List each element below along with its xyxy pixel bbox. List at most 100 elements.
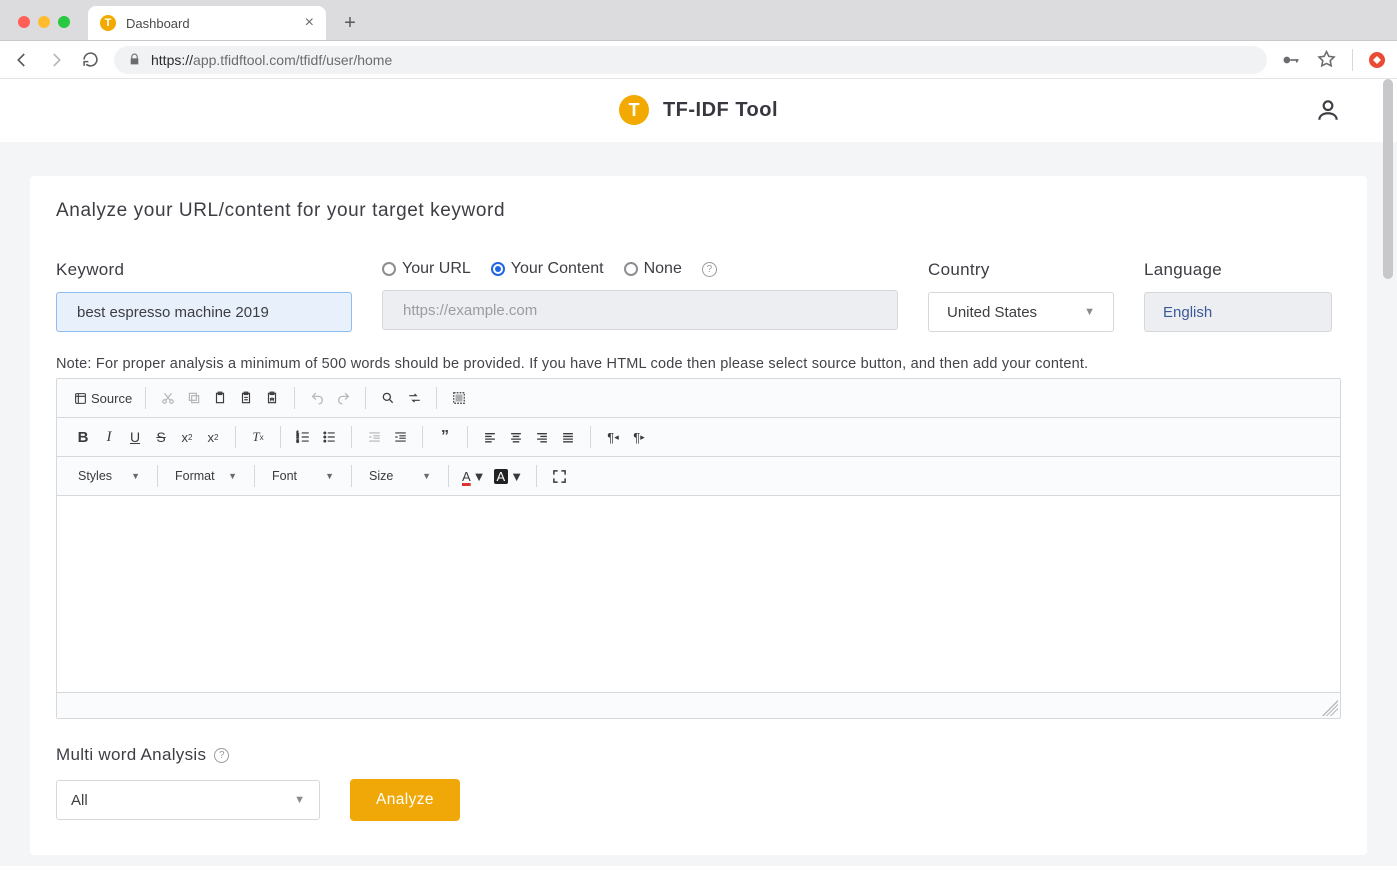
superscript-icon[interactable]: x2 [201, 425, 225, 449]
country-label: Country [928, 260, 1114, 280]
tab-title: Dashboard [126, 16, 190, 31]
user-icon[interactable] [1315, 97, 1341, 123]
size-dropdown[interactable]: Size▼ [362, 464, 438, 488]
select-all-icon[interactable] [447, 386, 471, 410]
text-color-icon[interactable]: A▼ [459, 464, 489, 488]
url-input[interactable] [401, 301, 879, 320]
bullet-list-icon[interactable] [317, 425, 341, 449]
help-icon[interactable]: ? [702, 262, 717, 277]
scrollbar-track[interactable] [1381, 79, 1395, 866]
paste-icon[interactable] [208, 386, 232, 410]
copy-icon[interactable] [182, 386, 206, 410]
page-viewport: T TF-IDF Tool Analyze your URL/content f… [0, 79, 1397, 866]
editor-body[interactable] [57, 496, 1340, 692]
radio-dot-icon [491, 262, 505, 276]
country-value: United States [947, 304, 1037, 321]
format-dropdown[interactable]: Format▼ [168, 464, 244, 488]
font-dropdown[interactable]: Font▼ [265, 464, 341, 488]
align-center-icon[interactable] [504, 425, 528, 449]
indent-icon[interactable] [388, 425, 412, 449]
new-tab-button[interactable]: + [336, 9, 364, 37]
page-heading: Analyze your URL/content for your target… [56, 200, 1341, 222]
resize-grip-icon[interactable] [1322, 700, 1338, 716]
bold-icon[interactable]: B [71, 425, 95, 449]
ltr-icon[interactable]: ¶◂ [601, 425, 625, 449]
replace-icon[interactable] [402, 386, 426, 410]
toolbar-separator [436, 387, 437, 409]
underline-icon[interactable]: U [123, 425, 147, 449]
window-zoom-dot[interactable] [58, 16, 70, 28]
address-bar[interactable]: https://app.tfidftool.com/tfidf/user/hom… [114, 46, 1267, 74]
window-controls [0, 16, 88, 40]
multi-word-section: Multi word Analysis ? All ▼ Analyze [56, 745, 1341, 821]
redo-icon[interactable] [331, 386, 355, 410]
strike-icon[interactable]: S [149, 425, 173, 449]
paste-text-icon[interactable] [234, 386, 258, 410]
language-label: Language [1144, 260, 1332, 280]
browser-tab-strip: T Dashboard × + [0, 0, 1397, 41]
radio-your-content[interactable]: Your Content [491, 260, 604, 278]
radio-your-url[interactable]: Your URL [382, 260, 471, 278]
outdent-icon[interactable] [362, 425, 386, 449]
star-icon[interactable] [1317, 50, 1336, 69]
language-column: Language English [1144, 260, 1332, 332]
source-button[interactable]: Source [71, 386, 135, 410]
analyze-button[interactable]: Analyze [350, 779, 460, 821]
radio-dot-icon [624, 262, 638, 276]
paste-word-icon[interactable] [260, 386, 284, 410]
cut-icon[interactable] [156, 386, 180, 410]
undo-icon[interactable] [305, 386, 329, 410]
page-body: Analyze your URL/content for your target… [0, 142, 1397, 866]
brand-logo: T [619, 95, 649, 125]
blockquote-icon[interactable]: ” [433, 425, 457, 449]
multi-word-select[interactable]: All ▼ [56, 780, 320, 820]
subscript-icon[interactable]: x2 [175, 425, 199, 449]
language-select[interactable]: English [1144, 292, 1332, 332]
keyword-label: Keyword [56, 260, 352, 280]
browser-toolbar: https://app.tfidftool.com/tfidf/user/hom… [0, 41, 1397, 79]
editor-toolbar-row-1: Source [57, 379, 1340, 418]
chevron-down-icon: ▼ [325, 471, 334, 481]
toolbar-separator [235, 426, 236, 448]
window-minimize-dot[interactable] [38, 16, 50, 28]
form-row: Keyword Your URL Your Content [56, 260, 1341, 332]
window-close-dot[interactable] [18, 16, 30, 28]
browser-tab-active[interactable]: T Dashboard × [88, 6, 326, 40]
content-editor: Source [56, 378, 1341, 719]
tab-close-icon[interactable]: × [305, 15, 314, 31]
align-left-icon[interactable] [478, 425, 502, 449]
keyword-input[interactable] [75, 303, 333, 322]
url-field-wrapper [382, 290, 898, 330]
italic-icon[interactable]: I [97, 425, 121, 449]
radio-none-label: None [644, 260, 682, 278]
chevron-down-icon: ▼ [131, 471, 140, 481]
back-icon[interactable] [12, 50, 32, 70]
extension-badge-icon[interactable] [1369, 52, 1385, 68]
reload-icon[interactable] [80, 50, 100, 70]
bg-color-icon[interactable]: A▼ [491, 464, 527, 488]
country-column: Country United States ▼ [928, 260, 1114, 332]
lock-icon [128, 53, 141, 66]
align-right-icon[interactable] [530, 425, 554, 449]
toolbar-separator [351, 426, 352, 448]
toolbar-separator [351, 465, 352, 487]
maximize-icon[interactable] [547, 464, 571, 488]
scrollbar-thumb[interactable] [1383, 79, 1393, 279]
country-select[interactable]: United States ▼ [928, 292, 1114, 332]
note-text: Note: For proper analysis a minimum of 5… [56, 356, 1341, 372]
toolbar-separator [590, 426, 591, 448]
styles-dropdown[interactable]: Styles▼ [71, 464, 147, 488]
toolbar-separator [467, 426, 468, 448]
brand[interactable]: T TF-IDF Tool [619, 95, 778, 125]
analyze-card: Analyze your URL/content for your target… [30, 176, 1367, 855]
forward-icon[interactable] [46, 50, 66, 70]
help-icon[interactable]: ? [214, 748, 229, 763]
find-icon[interactable] [376, 386, 400, 410]
rtl-icon[interactable]: ¶▸ [627, 425, 651, 449]
remove-format-icon[interactable]: Tx [246, 425, 270, 449]
numbered-list-icon[interactable]: 123 [291, 425, 315, 449]
keyword-column: Keyword [56, 260, 352, 332]
radio-none[interactable]: None [624, 260, 682, 278]
key-icon[interactable] [1281, 50, 1301, 70]
align-justify-icon[interactable] [556, 425, 580, 449]
